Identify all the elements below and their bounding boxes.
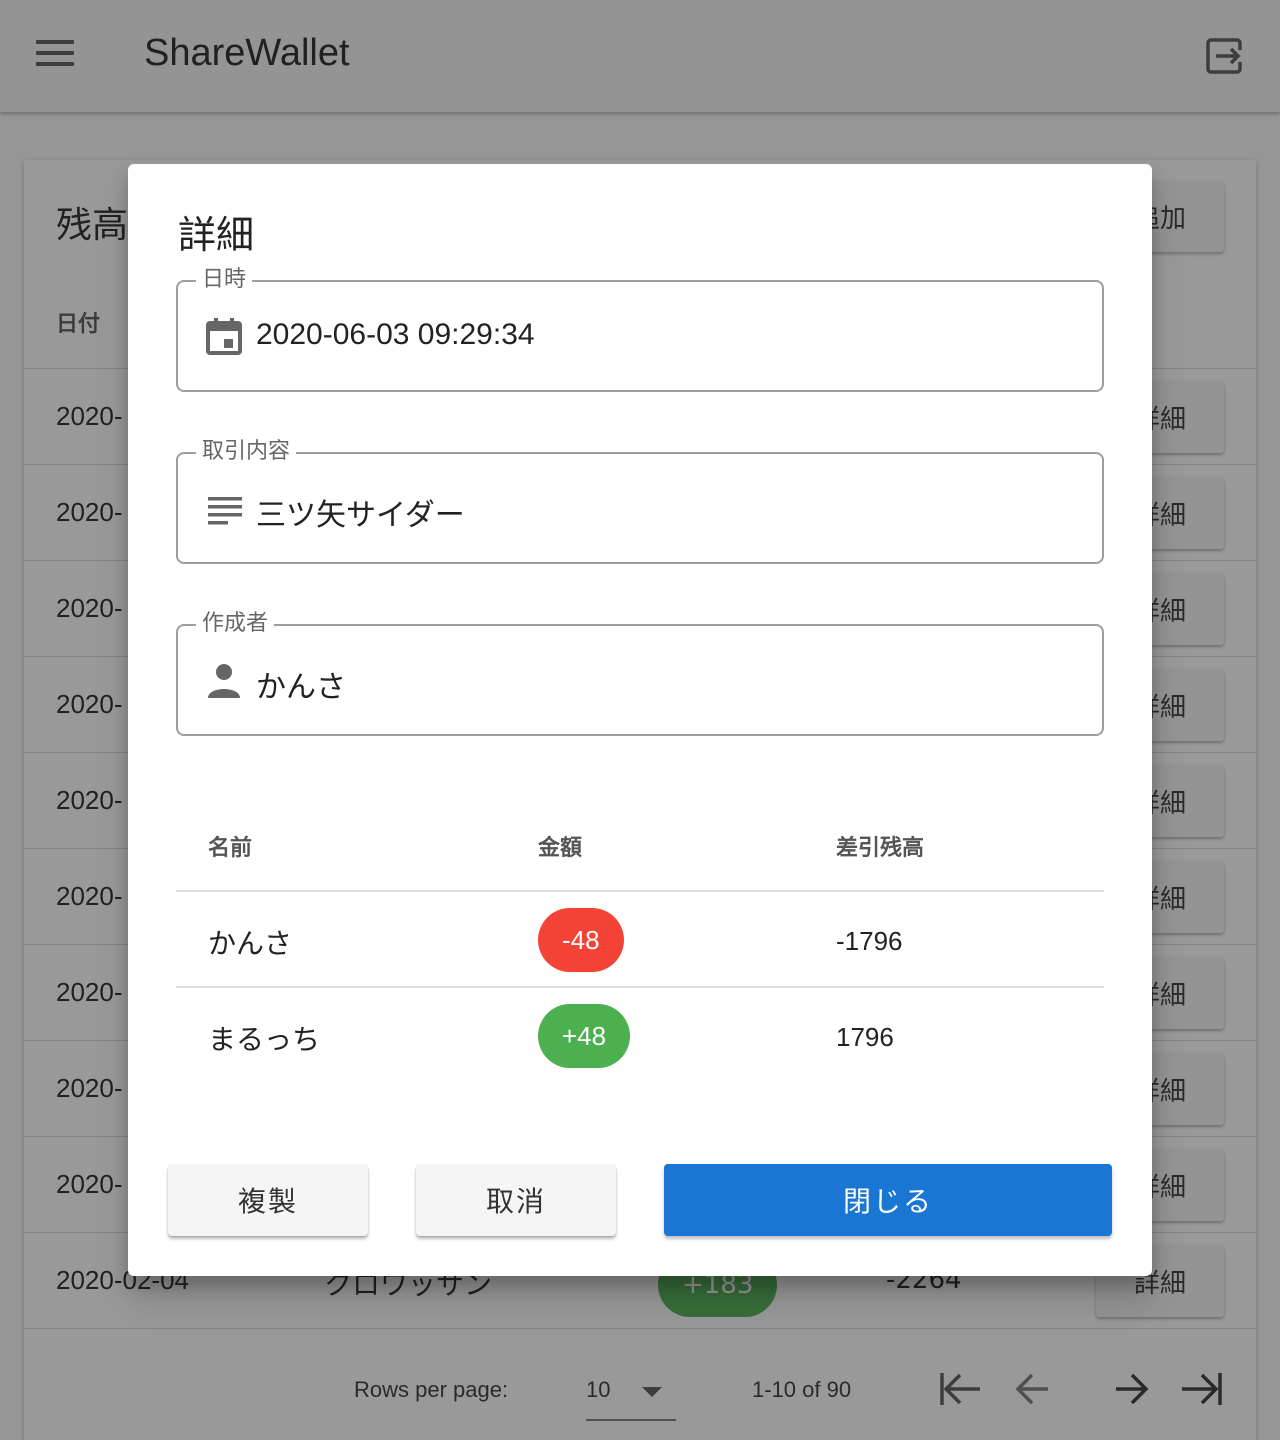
column-header-balance: 差引残高: [836, 836, 925, 861]
description-label: 取引内容: [196, 438, 297, 466]
person-icon: [208, 664, 240, 698]
row-balance: 1796: [836, 1022, 894, 1052]
row-balance: -1796: [836, 926, 903, 956]
duplicate-button[interactable]: 複製: [168, 1164, 368, 1236]
close-button[interactable]: 閉じる: [664, 1164, 1112, 1236]
author-value: かんさ: [256, 670, 346, 705]
datetime-value: 2020-06-03 09:29:34: [256, 318, 535, 351]
notes-icon: [208, 497, 242, 525]
detail-dialog: 詳細 日時 2020-06-03 09:29:34 取引内容 三ツ矢サイダー 作…: [128, 164, 1152, 1276]
split-table-header: 名前 金額 差引残高: [176, 804, 1104, 892]
datetime-label: 日時: [196, 266, 253, 294]
table-row: かんさ -48 -1796: [176, 892, 1104, 988]
description-value: 三ツ矢サイダー: [256, 498, 465, 533]
row-name: まるっち: [208, 1023, 321, 1056]
author-field[interactable]: 作成者 かんさ: [176, 610, 1104, 736]
amount-chip: +48: [538, 1004, 631, 1068]
dialog-title: 詳細: [178, 213, 255, 257]
description-field[interactable]: 取引内容 三ツ矢サイダー: [176, 438, 1104, 564]
cancel-button[interactable]: 取消: [416, 1164, 616, 1236]
author-label: 作成者: [196, 610, 275, 638]
amount-chip: -48: [538, 908, 624, 972]
row-name: かんさ: [208, 927, 293, 960]
column-header-name: 名前: [208, 836, 253, 861]
table-row: まるっち +48 1796: [176, 988, 1104, 1084]
datetime-field[interactable]: 日時 2020-06-03 09:29:34: [176, 266, 1104, 392]
column-header-amount: 金額: [538, 836, 583, 861]
calendar-icon: [206, 318, 242, 355]
